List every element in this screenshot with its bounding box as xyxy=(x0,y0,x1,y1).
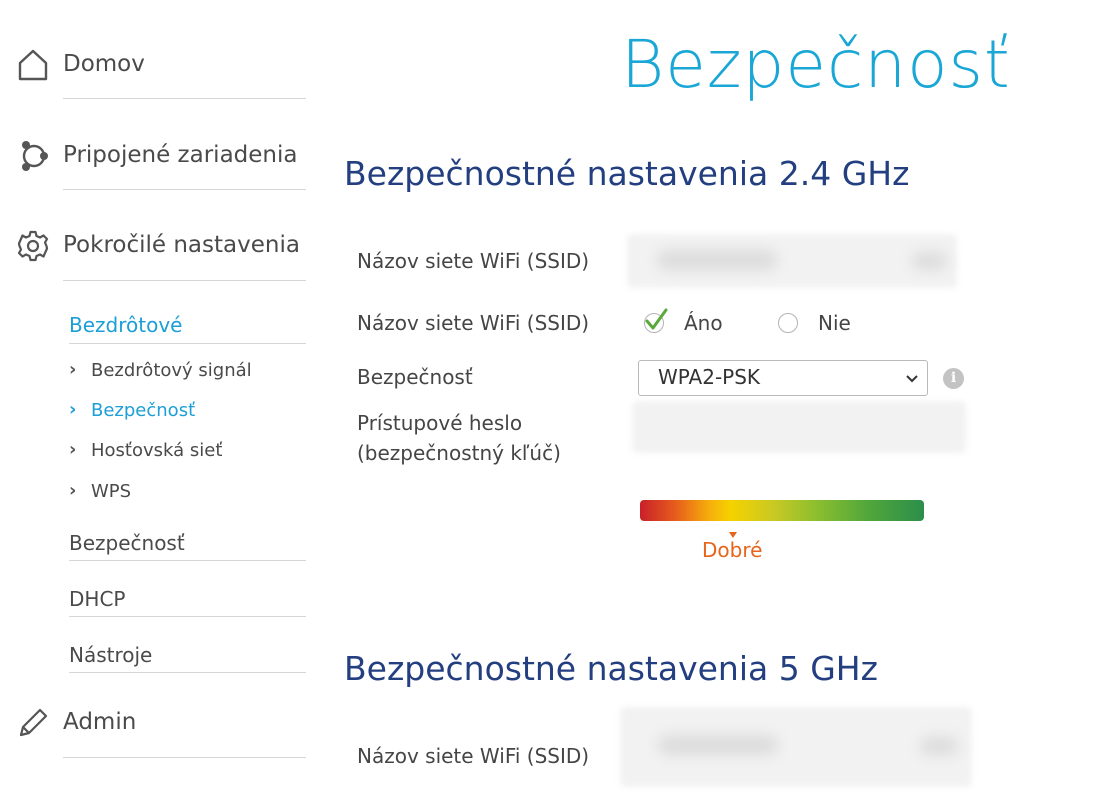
nav-admin-label: Admin xyxy=(63,709,137,735)
password-label-line1: Prístupové heslo xyxy=(357,411,523,435)
subnav-security[interactable]: Bezpečnosť xyxy=(69,531,185,555)
divider xyxy=(63,98,306,99)
password-strength-text: Dobré xyxy=(702,538,763,562)
divider xyxy=(69,616,306,617)
checkmark-icon xyxy=(642,306,670,338)
subnav-wireless-signal-label: Bezdrôtový signál xyxy=(91,360,252,381)
radio-yes-label: Áno xyxy=(684,311,723,335)
security-select[interactable]: WPA2-PSK xyxy=(638,360,928,396)
security-select-value: WPA2-PSK xyxy=(658,365,761,389)
connected-devices-icon xyxy=(16,139,50,173)
section-title-2-4ghz: Bezpečnostné nastavenia 2.4 GHz xyxy=(344,154,910,193)
subnav-wireless[interactable]: Bezdrôtové xyxy=(69,313,182,337)
divider xyxy=(69,672,306,673)
divider xyxy=(63,757,306,758)
security-label: Bezpečnosť xyxy=(357,365,473,389)
radio-no[interactable]: Nie xyxy=(778,308,858,338)
ssid-label-2-4ghz: Názov siete WiFi (SSID) xyxy=(357,249,590,273)
nav-admin[interactable]: Admin xyxy=(16,706,306,746)
radio-circle xyxy=(778,313,798,333)
ssid-label-5ghz: Názov siete WiFi (SSID) xyxy=(357,744,590,768)
divider xyxy=(69,560,306,561)
ssid-input-5ghz[interactable] xyxy=(620,707,972,787)
subnav-guest-network-label: Hosťovská sieť xyxy=(91,440,223,461)
nav-connected-devices-label: Pripojené zariadenia xyxy=(63,142,298,168)
divider xyxy=(63,280,306,281)
password-input[interactable] xyxy=(632,401,966,453)
nav-connected-devices[interactable]: Pripojené zariadenia xyxy=(16,139,306,179)
pencil-icon xyxy=(16,706,50,740)
subnav-tools[interactable]: Nástroje xyxy=(69,643,152,667)
password-label-line2: (bezpečnostný kľúč) xyxy=(357,441,561,465)
nav-advanced-settings-label: Pokročilé nastavenia xyxy=(63,232,300,258)
page-title: Bezpečnosť xyxy=(621,26,1011,103)
chevron-down-icon xyxy=(905,367,919,393)
radio-no-label: Nie xyxy=(818,311,851,335)
chevron-right-icon: › xyxy=(69,359,77,380)
subnav-wps-label: WPS xyxy=(91,481,132,502)
chevron-right-icon: › xyxy=(69,399,77,420)
ssid-input-2-4ghz[interactable] xyxy=(627,234,957,288)
subnav-dhcp[interactable]: DHCP xyxy=(69,587,125,611)
divider xyxy=(69,343,306,344)
password-strength-meter xyxy=(640,500,924,521)
divider xyxy=(63,189,306,190)
home-icon xyxy=(16,48,50,82)
subnav-security-label: Bezpečnosť xyxy=(91,400,196,421)
nav-home[interactable]: Domov xyxy=(16,48,306,88)
nav-home-label: Domov xyxy=(63,51,145,77)
nav-advanced-settings[interactable]: Pokročilé nastavenia xyxy=(16,229,306,269)
chevron-right-icon: › xyxy=(69,439,77,460)
ssid-broadcast-label: Názov siete WiFi (SSID) xyxy=(357,311,590,335)
info-icon[interactable]: i xyxy=(943,368,964,389)
chevron-right-icon: › xyxy=(69,480,77,501)
radio-yes[interactable]: Áno xyxy=(644,308,734,338)
section-title-5ghz: Bezpečnostné nastavenia 5 GHz xyxy=(344,649,878,688)
gear-icon xyxy=(16,229,50,263)
